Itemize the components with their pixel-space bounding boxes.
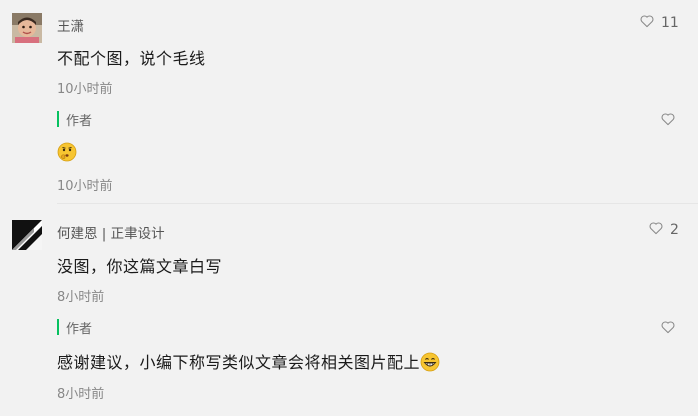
thinking-face-emoji	[57, 142, 77, 166]
author-label: 作者	[66, 113, 93, 129]
user-name[interactable]: 王潇	[57, 15, 84, 35]
reply-time: 8小时前	[57, 387, 105, 402]
reply-text: 感谢建议，小编下称写类似文章会将相关图片配上	[57, 349, 440, 376]
author-accent-bar	[57, 111, 59, 127]
comment-list: 王潇 11 不配个图，说个毛线 10小时前 作者 10小时前 何建恩 | 正聿设…	[0, 0, 698, 416]
like-count: 2	[670, 222, 679, 238]
heart-outline-icon	[648, 220, 664, 240]
author-reply-tag: 作者	[57, 319, 93, 337]
reply-like-button[interactable]	[660, 319, 676, 339]
author-accent-bar	[57, 319, 59, 335]
heart-outline-icon	[639, 13, 655, 33]
reply-time: 10小时前	[57, 179, 113, 194]
grinning-face-emoji	[420, 352, 440, 376]
author-reply-tag: 作者	[57, 111, 93, 129]
comment-time: 10小时前	[57, 82, 113, 97]
author-label: 作者	[66, 321, 93, 337]
like-button[interactable]: 11	[639, 13, 679, 33]
like-button[interactable]: 2	[648, 220, 679, 240]
comment-time: 8小时前	[57, 290, 105, 305]
heart-outline-icon	[660, 111, 676, 131]
user-avatar[interactable]	[12, 220, 42, 250]
comment-text: 没图，你这篇文章白写	[57, 257, 223, 276]
heart-outline-icon	[660, 319, 676, 339]
comment-divider	[57, 203, 698, 204]
reply-text-content: 感谢建议，小编下称写类似文章会将相关图片配上	[57, 353, 421, 372]
user-avatar[interactable]	[12, 13, 42, 43]
user-name[interactable]: 何建恩 | 正聿设计	[57, 222, 165, 242]
reply-like-button[interactable]	[660, 111, 676, 131]
like-count: 11	[661, 15, 679, 31]
comment-text: 不配个图，说个毛线	[57, 49, 206, 68]
